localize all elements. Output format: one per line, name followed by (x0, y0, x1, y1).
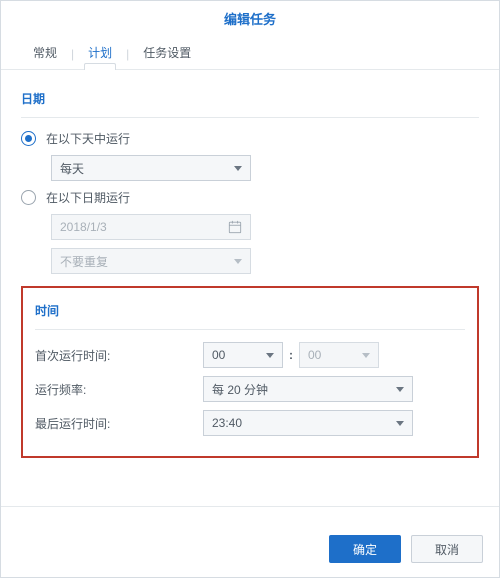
chevron-down-icon (362, 353, 370, 358)
repeat-select[interactable]: 不要重复 (51, 248, 251, 274)
calendar-icon (228, 220, 242, 234)
date-section-title: 日期 (21, 90, 479, 107)
ok-button[interactable]: 确定 (329, 535, 401, 563)
tabs: 常规 | 计划 | 任务设置 (1, 38, 499, 70)
dialog-title: 编辑任务 (1, 1, 499, 38)
time-section-title: 时间 (35, 302, 465, 319)
last-run-value: 23:40 (212, 416, 242, 430)
run-frequency-select[interactable]: 每 20 分钟 (203, 376, 413, 402)
chevron-down-icon (396, 387, 404, 392)
radio-icon (21, 190, 36, 205)
first-run-minute-select[interactable]: 00 (299, 342, 379, 368)
tab-task-settings[interactable]: 任务设置 (131, 38, 203, 69)
tab-general[interactable]: 常规 (21, 38, 69, 69)
date-picker[interactable]: 2018/1/3 (51, 214, 251, 240)
radio-run-on-days[interactable]: 在以下天中运行 (21, 130, 479, 147)
radio-run-on-date[interactable]: 在以下日期运行 (21, 189, 479, 206)
cancel-button[interactable]: 取消 (411, 535, 483, 563)
tab-task-settings-label: 任务设置 (143, 46, 191, 60)
cancel-button-label: 取消 (435, 541, 459, 558)
frequency-row: 运行频率: 每 20 分钟 (35, 376, 465, 402)
tab-schedule[interactable]: 计划 (76, 38, 124, 69)
first-run-row: 首次运行时间: 00 : 00 (35, 342, 465, 368)
divider (21, 117, 479, 118)
first-run-hour-select[interactable]: 00 (203, 342, 283, 368)
tab-general-label: 常规 (33, 46, 57, 60)
tab-separator: | (69, 41, 76, 67)
tab-separator: | (124, 41, 131, 67)
tab-schedule-label: 计划 (88, 46, 112, 60)
first-run-label: 首次运行时间: (35, 347, 203, 364)
chevron-down-icon (266, 353, 274, 358)
time-section-highlight: 时间 首次运行时间: 00 : 00 运行频率: 每 20 分钟 (21, 286, 479, 458)
last-run-label: 最后运行时间: (35, 415, 203, 432)
chevron-down-icon (234, 259, 242, 264)
last-run-row: 最后运行时间: 23:40 (35, 410, 465, 436)
last-run-select[interactable]: 23:40 (203, 410, 413, 436)
frequency-label: 运行频率: (35, 381, 203, 398)
first-run-minute-value: 00 (308, 348, 321, 362)
ok-button-label: 确定 (353, 541, 377, 558)
chevron-down-icon (234, 166, 242, 171)
radio-run-on-days-label: 在以下天中运行 (46, 130, 130, 147)
repeat-value: 不要重复 (60, 253, 108, 270)
radio-icon (21, 131, 36, 146)
divider (35, 329, 465, 330)
days-frequency-select[interactable]: 每天 (51, 155, 251, 181)
dialog-body: 日期 在以下天中运行 每天 在以下日期运行 2018/1/3 不要重复 (1, 70, 499, 466)
edit-task-dialog: 编辑任务 常规 | 计划 | 任务设置 日期 在以下天中运行 每天 在以下日期运… (0, 0, 500, 578)
run-frequency-value: 每 20 分钟 (212, 381, 268, 398)
days-frequency-value: 每天 (60, 160, 84, 177)
time-colon: : (283, 348, 299, 362)
dialog-footer: 确定 取消 (1, 506, 499, 577)
radio-run-on-date-label: 在以下日期运行 (46, 189, 130, 206)
date-picker-value: 2018/1/3 (60, 220, 107, 234)
first-run-hour-value: 00 (212, 348, 225, 362)
chevron-down-icon (396, 421, 404, 426)
